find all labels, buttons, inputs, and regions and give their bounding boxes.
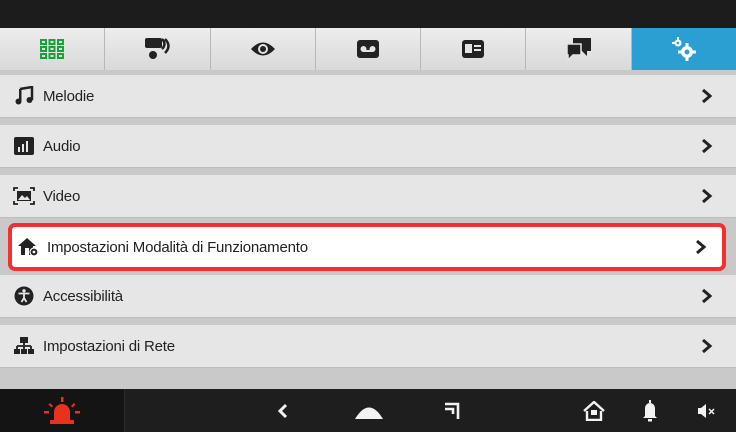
video-image-icon xyxy=(12,184,36,208)
tab-contacts[interactable] xyxy=(421,28,527,70)
chevron-right-icon xyxy=(702,288,713,304)
voicemail-icon xyxy=(356,40,379,58)
bottom-nav-bar xyxy=(0,389,736,432)
list-item-label: Impostazioni Modalità di Funzionamento xyxy=(47,238,308,256)
volume-button[interactable] xyxy=(692,389,722,432)
chevron-right-icon xyxy=(702,338,713,354)
list-item-audio[interactable]: Audio xyxy=(0,125,736,168)
network-icon xyxy=(12,334,36,358)
home-button[interactable] xyxy=(581,389,607,432)
chevron-right-icon xyxy=(696,239,707,255)
back-button[interactable] xyxy=(270,389,296,432)
tab-messages[interactable] xyxy=(526,28,632,70)
notifications-button[interactable] xyxy=(640,389,660,432)
chevron-right-icon xyxy=(702,88,713,104)
home-dome-icon xyxy=(355,407,383,419)
contact-card-icon xyxy=(462,40,485,58)
settings-list: Melodie Audio Video Impostazioni Modalit… xyxy=(0,70,736,389)
grid-icon xyxy=(40,39,65,59)
back-icon xyxy=(277,403,288,418)
bell-icon xyxy=(643,399,657,421)
intercom-call-icon xyxy=(145,38,171,59)
list-item-network-settings[interactable]: Impostazioni di Rete xyxy=(0,325,736,368)
list-item-operating-mode-settings[interactable]: Impostazioni Modalità di Funzionamento xyxy=(8,223,726,271)
list-item-label: Video xyxy=(43,187,81,205)
list-item-accessibility[interactable]: Accessibilità xyxy=(0,275,736,318)
tab-view[interactable] xyxy=(210,28,316,70)
house-gear-icon xyxy=(16,235,40,259)
tab-bar xyxy=(0,28,736,70)
tab-settings[interactable] xyxy=(631,28,736,70)
recent-icon xyxy=(445,402,460,419)
chevron-right-icon xyxy=(702,188,713,204)
volume-mute-icon xyxy=(698,403,715,418)
list-item-video[interactable]: Video xyxy=(0,175,736,218)
recent-button[interactable] xyxy=(442,389,462,432)
alarm-button[interactable] xyxy=(0,389,125,432)
settings-gears-icon xyxy=(671,37,696,61)
list-item-label: Accessibilità xyxy=(43,287,123,305)
status-bar xyxy=(0,0,736,28)
list-item-label: Impostazioni di Rete xyxy=(43,337,175,355)
accessibility-icon xyxy=(12,284,36,308)
chat-bubbles-icon xyxy=(565,38,591,61)
music-note-icon xyxy=(12,84,36,108)
chevron-right-icon xyxy=(702,138,713,154)
alarm-siren-icon xyxy=(44,396,80,424)
audio-bars-icon xyxy=(12,134,36,158)
home-dome-button[interactable] xyxy=(352,389,386,432)
eye-icon xyxy=(250,42,275,56)
house-icon xyxy=(583,400,605,421)
list-item-label: Melodie xyxy=(43,87,95,105)
tab-voicemail[interactable] xyxy=(315,28,422,70)
list-item-melodie[interactable]: Melodie xyxy=(0,75,736,118)
list-item-label: Audio xyxy=(43,137,81,155)
tab-intercom[interactable] xyxy=(105,28,211,70)
tab-apps[interactable] xyxy=(0,28,106,70)
